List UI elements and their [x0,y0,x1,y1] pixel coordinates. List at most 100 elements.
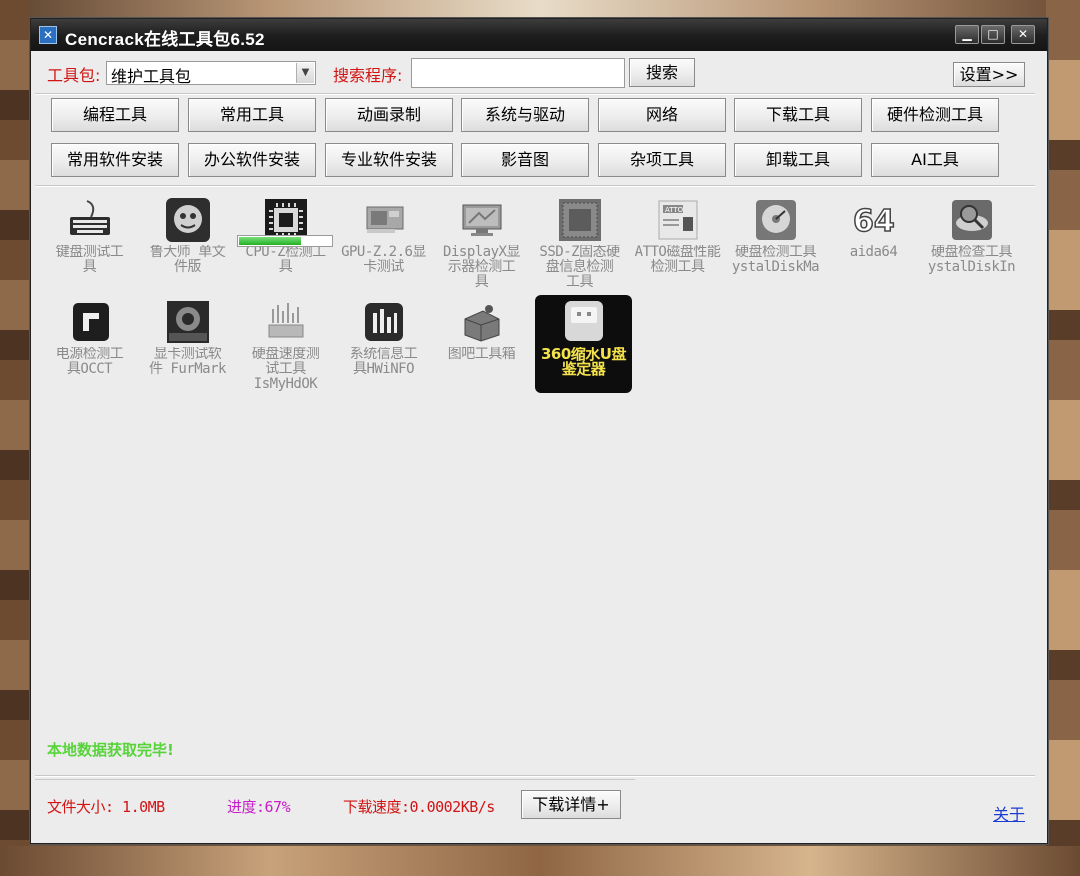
about-link[interactable]: 关于 [993,801,1025,825]
category-button-system-drivers[interactable]: 系统与驱动 [461,98,589,132]
toolkit-label: 工具包: [47,66,101,85]
maximize-button[interactable]: □ [981,25,1005,44]
tool-label: ATTO磁盘性能 检测工具 [634,245,721,275]
tool-label: 图吧工具箱 [447,347,516,362]
tool-label: 硬盘速度测 试工具 IsMyHdOK [251,347,320,392]
aida64-icon: 64 [852,203,895,240]
category-button-programming[interactable]: 编程工具 [51,98,179,132]
tool-item-ssd-z[interactable]: SSD-Z固态硬 盘信息检测 工具 [531,193,628,291]
divider [35,775,1035,777]
progress-text: 进度:67% [227,798,291,816]
tool-item-atto[interactable]: ATTO ATTO磁盘性能 检测工具 [629,193,726,291]
svg-text:ATTO: ATTO [665,206,684,214]
tool-label: 硬盘检查工具 ystalDiskIn [927,245,1016,275]
hwinfo-icon [365,303,403,341]
chevron-down-icon[interactable]: ▼ [296,63,314,83]
settings-button[interactable]: 设置>> [953,62,1025,87]
status-message: 本地数据获取完毕! [47,741,174,759]
minimize-button[interactable]: ▁ [955,25,979,44]
search-input[interactable] [411,58,625,88]
download-status-panel: 文件大小: 1.0MB 进度:67% 下载速度:0.0002KB/s 下载详情+ [35,779,635,826]
search-label: 搜索程序: [333,66,403,85]
occt-icon [73,303,109,341]
desktop-background [0,0,1080,18]
tool-label: DisplayX显 示器检测工 具 [443,245,520,290]
app-window: ✕ Cencrack在线工具包6.52 ▁ □ ✕ 工具包: 维护工具包 ▼ 搜… [30,18,1048,844]
desktop-background-bottom [0,846,1080,876]
tool-label: 键盘测试工 具 [55,245,124,275]
ludashi-icon [166,198,210,242]
tool-label: CPU-Z检测工 具 [245,245,326,275]
tool-label: 硬盘检测工具 ystalDiskMa [731,245,820,275]
category-button-media[interactable]: 影音图 [461,143,589,177]
crystaldiskinfo-icon [952,200,992,240]
close-icon: ✕ [1017,27,1029,41]
tool-item-ismyhdok[interactable]: 硬盘速度测 试工具 IsMyHdOK [237,295,334,393]
tool-label: aida64 [849,245,898,260]
category-row-2: 常用软件安装 办公软件安装 专业软件安装 影音图 杂项工具 卸载工具 AI工具 [31,143,1047,181]
tool-item-crystaldiskmark[interactable]: 硬盘检测工具 ystalDiskMa [727,193,824,291]
tool-item-keyboard-test[interactable]: 键盘测试工 具 [41,193,138,291]
tool-item-crystaldiskinfo[interactable]: 硬盘检查工具 ystalDiskIn [923,193,1020,291]
category-button-ai-tools[interactable]: AI工具 [871,143,999,177]
download-progress-bar [237,235,333,247]
category-row-1: 编程工具 常用工具 动画录制 系统与驱动 网络 下载工具 硬件检测工具 [31,98,1047,136]
tool-item-hwinfo[interactable]: 系统信息工 具HWiNFO [335,295,432,393]
usb-drive-icon [565,301,603,341]
maximize-icon: □ [987,27,999,41]
furmark-icon [167,301,209,343]
tool-label: 鲁大师_单文 件版 [149,245,226,275]
title-bar[interactable]: ✕ Cencrack在线工具包6.52 ▁ □ ✕ [31,19,1047,51]
tool-item-furmark[interactable]: 显卡测试软 件 FurMark [139,295,236,393]
tool-label: 显卡测试软 件 FurMark [149,347,226,377]
toolkit-select[interactable]: 维护工具包 ▼ [106,61,316,86]
desktop-background-left [0,0,30,876]
toolbar: 工具包: 维护工具包 ▼ 搜索程序: 搜索 设置>> [31,57,1047,91]
toolkit-select-value: 维护工具包 [111,67,192,86]
tool-label: 电源检测工 具OCCT [55,347,124,377]
hdd-speed-icon [268,303,304,338]
graphics-card-icon [366,206,404,233]
file-size-text: 文件大小: 1.0MB [47,798,165,816]
close-button[interactable]: ✕ [1011,25,1035,44]
tool-label: SSD-Z固态硬 盘信息检测 工具 [539,245,620,290]
category-button-common-software[interactable]: 常用软件安装 [51,143,179,177]
divider [35,93,1035,95]
tool-item-aida64[interactable]: 64 aida64 [825,193,922,291]
toolbox-icon [464,305,500,342]
minimize-icon: ▁ [962,27,972,41]
app-icon: ✕ [39,26,57,44]
tool-label: GPU-Z.2.6显 卡测试 [341,245,426,275]
tool-item-displayx[interactable]: DisplayX显 示器检测工 具 [433,193,530,291]
tool-label: 360缩水U盘 鉴定器 [541,347,627,377]
search-button[interactable]: 搜索 [629,58,695,87]
tool-label: 系统信息工 具HWiNFO [349,347,418,377]
category-button-download-tools[interactable]: 下载工具 [734,98,862,132]
tool-item-tuba-toolbox[interactable]: 图吧工具箱 [433,295,530,393]
monitor-icon [462,204,502,236]
tool-grid: 键盘测试工 具 鲁大师_单文 件版 CPU-Z检测工 具 GPU-Z.2.6显 … [35,185,1039,775]
desktop-background-right [1046,0,1080,876]
tool-item-cpu-z[interactable]: CPU-Z检测工 具 [237,193,334,291]
download-details-button[interactable]: 下载详情+ [521,790,621,819]
download-progress-fill [239,237,301,245]
category-button-misc-tools[interactable]: 杂项工具 [598,143,726,177]
tool-item-360-usb-checker[interactable]: 360缩水U盘 鉴定器 [535,295,632,393]
crystaldiskmark-icon [756,200,796,240]
tool-item-occt[interactable]: 电源检测工 具OCCT [41,295,138,393]
atto-icon: ATTO [658,200,698,240]
category-button-uninstall-tools[interactable]: 卸载工具 [734,143,862,177]
category-button-hardware-detection[interactable]: 硬件检测工具 [871,98,999,132]
download-speed-text: 下载速度:0.0002KB/s [343,798,495,816]
category-button-professional-software[interactable]: 专业软件安装 [325,143,453,177]
category-button-office-software[interactable]: 办公软件安装 [188,143,316,177]
category-button-common-tools[interactable]: 常用工具 [188,98,316,132]
ssd-icon [559,199,601,241]
keyboard-icon [70,200,110,235]
category-button-network[interactable]: 网络 [598,98,726,132]
tool-item-gpu-z[interactable]: GPU-Z.2.6显 卡测试 [335,193,432,291]
svg-text:64: 64 [853,204,895,239]
window-title: Cencrack在线工具包6.52 [65,30,265,49]
category-button-animation-recording[interactable]: 动画录制 [325,98,453,132]
tool-item-ludashi[interactable]: 鲁大师_单文 件版 [139,193,236,291]
